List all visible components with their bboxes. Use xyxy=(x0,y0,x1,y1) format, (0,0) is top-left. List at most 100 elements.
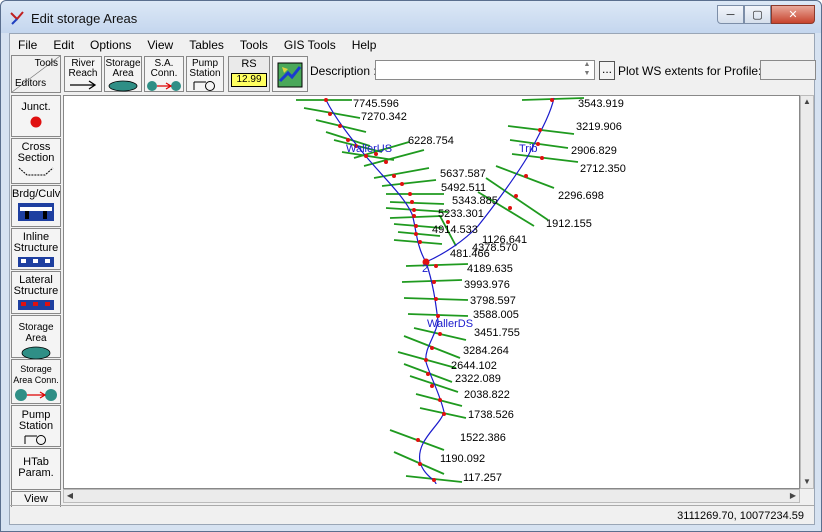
station-label[interactable]: 1190.092 xyxy=(440,453,485,465)
cross-section-node[interactable] xyxy=(540,156,544,160)
station-label[interactable]: 5343.885 xyxy=(452,195,498,207)
scroll-right-icon[interactable]: ▶ xyxy=(787,490,799,502)
cross-section-node[interactable] xyxy=(416,438,420,442)
cross-section-node[interactable] xyxy=(538,128,542,132)
cross-section-node[interactable] xyxy=(514,194,518,198)
cross-section-node[interactable] xyxy=(412,214,416,218)
rs-button[interactable]: RS 12.99 xyxy=(228,56,270,92)
station-label[interactable]: 4914.533 xyxy=(432,224,478,236)
storage-area-tool-button[interactable]: Storage Area xyxy=(104,56,142,92)
bridge-culvert-editor-button[interactable]: Brdg/Culv xyxy=(11,185,61,227)
cross-section-node[interactable] xyxy=(412,208,416,212)
close-button[interactable]: ✕ xyxy=(771,5,815,24)
vertical-scrollbar[interactable]: ▲ ▼ xyxy=(800,95,814,489)
inline-structure-editor-button[interactable]: Inline Structure xyxy=(11,228,61,270)
cross-section-node[interactable] xyxy=(434,297,438,301)
cross-section-node[interactable] xyxy=(328,112,332,116)
cross-section-node[interactable] xyxy=(418,240,422,244)
menu-file[interactable]: File xyxy=(10,36,45,54)
htab-param-editor-button[interactable]: HTab Param. xyxy=(11,448,61,490)
river-reach-line[interactable] xyxy=(419,261,445,485)
title-bar[interactable]: Edit storage Areas ─ ▢ ✕ xyxy=(1,1,821,33)
cross-section-node[interactable] xyxy=(414,232,418,236)
pump-station-tool-button[interactable]: Pump Station xyxy=(186,56,224,92)
cross-section-node[interactable] xyxy=(410,200,414,204)
cross-section-node[interactable] xyxy=(324,98,328,102)
cross-section-line[interactable] xyxy=(303,107,361,119)
cross-section-node[interactable] xyxy=(438,398,442,402)
pump-station-editor-button[interactable]: Pump Station xyxy=(11,405,61,447)
reach-label-trib[interactable]: Trib xyxy=(519,143,538,155)
cross-section-editor-button[interactable]: Cross Section xyxy=(11,138,61,184)
station-label[interactable]: 5492.511 xyxy=(441,182,486,194)
lateral-structure-editor-button[interactable]: Lateral Structure xyxy=(11,271,61,314)
cross-section-node[interactable] xyxy=(426,372,430,376)
cross-section-node[interactable] xyxy=(442,412,446,416)
menu-tables[interactable]: Tables xyxy=(181,36,232,54)
station-label[interactable]: 3798.597 xyxy=(470,295,516,307)
scroll-down-icon[interactable]: ▼ xyxy=(801,476,813,488)
description-browse-button[interactable]: ... xyxy=(599,61,615,80)
cross-section-node[interactable] xyxy=(346,138,350,142)
cross-section-node[interactable] xyxy=(524,174,528,178)
station-label[interactable]: 7745.596 xyxy=(353,98,399,110)
station-label[interactable]: 2712.350 xyxy=(580,163,626,175)
cross-section-node[interactable] xyxy=(418,462,422,466)
station-label[interactable]: 481.466 xyxy=(450,248,490,260)
station-label[interactable]: 3451.755 xyxy=(474,327,520,339)
cross-section-node[interactable] xyxy=(338,124,342,128)
cross-section-node[interactable] xyxy=(400,182,404,186)
scroll-up-icon[interactable]: ▲ xyxy=(801,96,813,108)
cross-section-node[interactable] xyxy=(432,280,436,284)
menu-options[interactable]: Options xyxy=(82,36,139,54)
station-label[interactable]: 1522.386 xyxy=(460,432,506,444)
menu-gis-tools[interactable]: GIS Tools xyxy=(276,36,344,54)
station-label[interactable]: 2644.102 xyxy=(451,360,497,372)
station-label[interactable]: 6228.754 xyxy=(408,135,454,147)
river-schematic[interactable]: 7745.596 7270.342 6228.754 5637.587 5492… xyxy=(64,96,800,489)
station-label[interactable]: 1738.526 xyxy=(468,409,514,421)
cross-section-node[interactable] xyxy=(384,160,388,164)
station-label[interactable]: 3543.919 xyxy=(578,98,624,110)
menu-view[interactable]: View xyxy=(139,36,181,54)
junction-editor-button[interactable]: Junct. xyxy=(11,95,61,137)
cross-section-node[interactable] xyxy=(408,192,412,196)
description-spinner[interactable]: ▲ ▼ xyxy=(580,60,594,80)
station-label[interactable]: 2906.829 xyxy=(571,145,617,157)
map-layer-button[interactable] xyxy=(272,56,308,92)
station-label[interactable]: 3588.005 xyxy=(473,309,519,321)
station-label[interactable]: 1912.155 xyxy=(546,218,592,230)
description-input[interactable] xyxy=(375,60,595,80)
station-label[interactable]: 7270.342 xyxy=(361,111,407,123)
station-label[interactable]: 4189.635 xyxy=(467,263,513,275)
cross-section-line[interactable] xyxy=(389,215,443,219)
junction-number[interactable]: 2 xyxy=(422,263,428,275)
cross-section-node[interactable] xyxy=(438,332,442,336)
cross-section-node[interactable] xyxy=(392,174,396,178)
horizontal-scrollbar[interactable]: ◀ ▶ xyxy=(63,489,800,503)
scroll-left-icon[interactable]: ◀ xyxy=(64,490,76,502)
storage-area-conn-editor-button[interactable]: Storage Area Conn. xyxy=(11,359,61,404)
station-label[interactable]: 5233.301 xyxy=(438,208,484,220)
station-label[interactable]: 2322.089 xyxy=(455,373,501,385)
reach-label-waller-us[interactable]: WallerUS xyxy=(346,143,392,155)
cross-section-node[interactable] xyxy=(550,98,554,102)
station-label[interactable]: 5637.587 xyxy=(440,168,486,180)
reach-label-waller-ds[interactable]: WallerDS xyxy=(427,318,473,330)
plot-ws-profile-select[interactable] xyxy=(760,60,816,80)
cross-section-node[interactable] xyxy=(508,206,512,210)
cross-section-node[interactable] xyxy=(414,224,418,228)
cross-section-node[interactable] xyxy=(434,264,438,268)
river-reach-button[interactable]: River Reach xyxy=(64,56,102,92)
maximize-button[interactable]: ▢ xyxy=(744,5,771,24)
station-label[interactable]: 3284.264 xyxy=(463,345,509,357)
cross-section-node[interactable] xyxy=(432,478,436,482)
menu-edit[interactable]: Edit xyxy=(45,36,82,54)
cross-section-node[interactable] xyxy=(430,346,434,350)
schematic-canvas[interactable]: 7745.596 7270.342 6228.754 5637.587 5492… xyxy=(63,95,800,489)
cross-section-line[interactable] xyxy=(389,201,445,205)
station-label[interactable]: 3219.906 xyxy=(576,121,622,133)
cross-section-node[interactable] xyxy=(430,384,434,388)
station-label[interactable]: 2296.698 xyxy=(558,190,604,202)
cross-section-line[interactable] xyxy=(373,167,430,179)
